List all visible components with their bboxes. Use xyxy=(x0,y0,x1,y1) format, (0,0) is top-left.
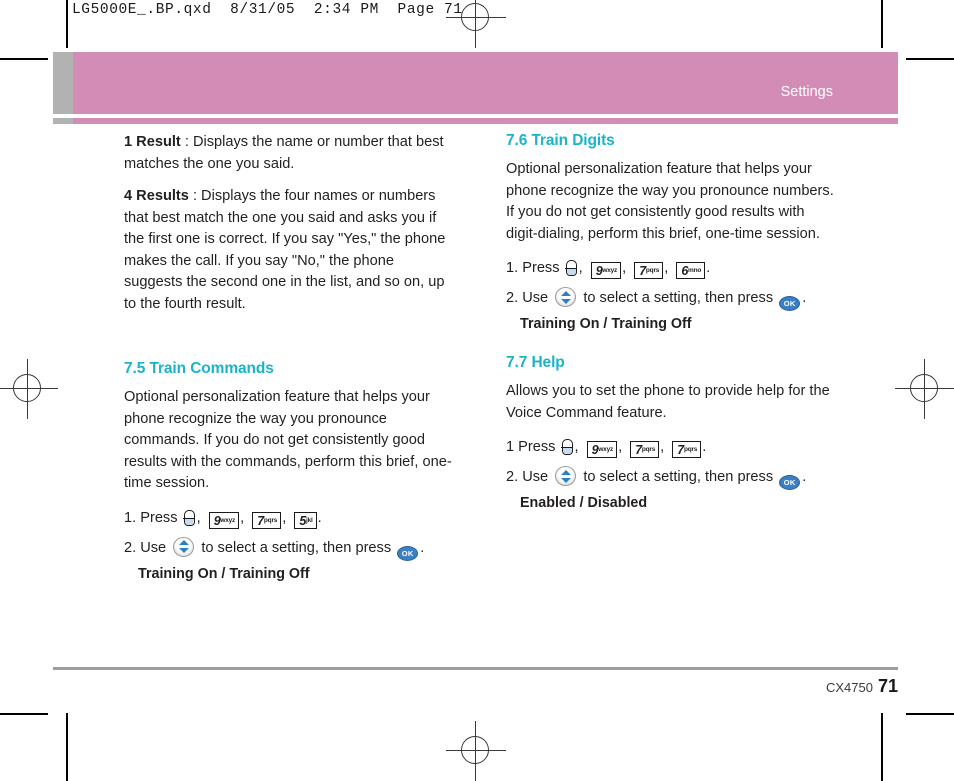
step-1-label: 1. Press xyxy=(506,260,560,276)
left-column: 1 Result : Displays the name or number t… xyxy=(124,132,454,582)
step-1-train-commands: 1. Press , 9wxyz, 7pqrs, 5jkl. xyxy=(124,509,322,529)
footer-model: CX4750 xyxy=(825,680,873,695)
step-2-train-commands: 2. Use to select a setting, then press O… xyxy=(124,536,454,561)
options-help: Enabled / Disabled xyxy=(520,495,648,511)
term-four-results-text: : Displays the four names or numbers tha… xyxy=(124,188,446,312)
ok-key-icon: OK xyxy=(779,296,801,311)
keypad-key-6-icon: 6mno xyxy=(676,262,706,279)
keypad-key-9-icon: 9wxyz xyxy=(590,262,622,279)
navigation-pad-icon xyxy=(555,466,577,486)
keypad-key-7-icon: 7pqrs xyxy=(252,511,282,529)
keypad-key-7-icon: 7pqrs xyxy=(630,441,660,458)
header-rule-pink xyxy=(73,118,898,124)
section-body-help: Allows you to set the phone to provide h… xyxy=(506,383,830,421)
voice-key-icon xyxy=(565,260,577,276)
term-four-results: 4 Results xyxy=(124,188,189,204)
step-2-middle-text: to select a setting, then press xyxy=(583,290,774,306)
keypad-key-7-alt-icon: 7pqrs xyxy=(672,441,702,458)
section-body-train-commands: Optional personalization feature that he… xyxy=(124,389,452,491)
footer-rule xyxy=(53,667,898,670)
section-body-train-digits: Optional personalization feature that he… xyxy=(506,161,834,242)
section-heading-train-commands: 7.5 Train Commands xyxy=(124,360,274,377)
registration-mark-icon xyxy=(0,359,58,419)
step-2-train-digits: 2. Use to select a setting, then press O… xyxy=(506,286,836,311)
trim-line-top-right xyxy=(881,0,883,48)
trim-line-bottom-left-horizontal xyxy=(0,713,48,715)
trim-line-top-left-horizontal xyxy=(0,58,48,60)
header-pink-band xyxy=(73,52,898,114)
term-one-result: 1 Result xyxy=(124,134,181,150)
keypad-key-5-icon: 5jkl xyxy=(294,511,317,529)
step-2-period: . xyxy=(420,539,425,556)
scan-file-info: LG5000E_.BP.qxd 8/31/05 2:34 PM Page 71 xyxy=(72,2,463,18)
step-1-help: 1 Press , 9wxyz, 7pqrs, 7pqrs. xyxy=(506,439,707,458)
navigation-pad-icon xyxy=(555,287,577,307)
step-1-train-digits: 1. Press , 9wxyz, 7pqrs, 6mno. xyxy=(506,260,711,279)
step-1-label: 1. Press xyxy=(124,509,178,526)
voice-key-icon xyxy=(183,509,195,526)
options-train-commands: Training On / Training Off xyxy=(138,565,310,582)
keypad-key-9-icon: 9wxyz xyxy=(208,511,240,529)
trim-line-top-right-horizontal xyxy=(906,58,954,60)
header-rule-gray xyxy=(53,118,73,124)
step-2-period: . xyxy=(802,469,807,485)
step-2-help: 2. Use to select a setting, then press O… xyxy=(506,465,836,490)
header-rule xyxy=(53,118,898,124)
ok-key-icon: OK xyxy=(779,475,801,490)
voice-key-icon xyxy=(561,439,573,455)
trim-line-bottom-right xyxy=(881,713,883,781)
paragraph-four-results: 4 Results : Displays the four names or n… xyxy=(124,186,454,315)
trim-line-bottom-right-horizontal xyxy=(906,713,954,715)
paragraph-one-result: 1 Result : Displays the name or number t… xyxy=(124,132,454,175)
step-2-period: . xyxy=(802,290,807,306)
step-2-label: 2. Use xyxy=(506,290,549,306)
footer-page-number: 71 xyxy=(877,676,898,696)
footer: CX4750 71 xyxy=(826,676,898,697)
step-2-label: 2. Use xyxy=(506,469,549,485)
section-heading-help: 7.7 Help xyxy=(506,354,565,371)
right-column: 7.6 Train Digits Optional personalizatio… xyxy=(506,132,836,511)
keypad-key-7-icon: 7pqrs xyxy=(634,262,664,279)
registration-mark-icon xyxy=(895,359,954,419)
options-train-digits: Training On / Training Off xyxy=(520,316,692,332)
trim-line-top-left xyxy=(66,0,68,48)
trim-line-bottom-left xyxy=(66,713,68,781)
header-gray-tab xyxy=(53,52,73,114)
ok-key-icon: OK xyxy=(397,545,419,561)
keypad-key-9-icon: 9wxyz xyxy=(586,441,618,458)
step-1-label: 1 Press xyxy=(506,439,556,455)
page-header: Settings xyxy=(53,52,898,114)
step-2-middle-text: to select a setting, then press xyxy=(201,539,392,556)
page-title: Settings xyxy=(780,84,833,100)
step-2-label: 2. Use xyxy=(124,539,167,556)
step-2-middle-text: to select a setting, then press xyxy=(583,469,774,485)
registration-mark-icon xyxy=(446,721,506,781)
navigation-pad-icon xyxy=(173,536,195,557)
section-heading-train-digits: 7.6 Train Digits xyxy=(506,132,615,149)
